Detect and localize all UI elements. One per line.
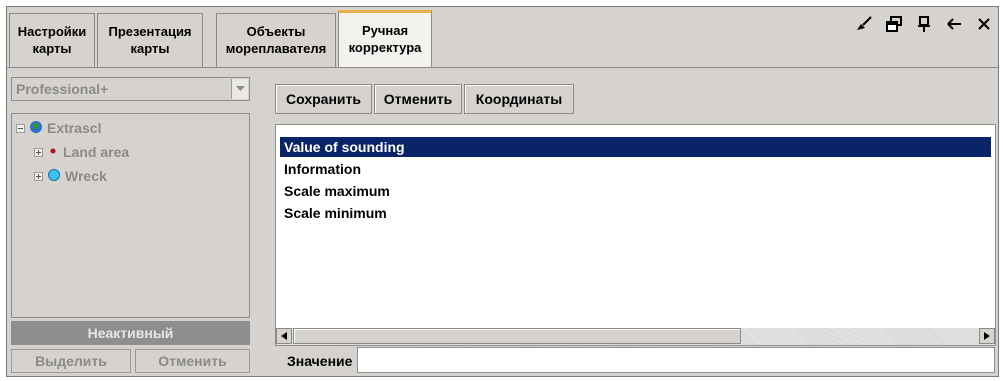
tab-map-presentation[interactable]: Презентация карты — [97, 13, 203, 67]
tree-node-label: Extrascl — [47, 120, 102, 136]
restore-window-icon[interactable] — [884, 13, 904, 35]
scroll-right-icon[interactable] — [979, 328, 995, 344]
back-arrow-icon[interactable] — [944, 13, 964, 35]
list-item[interactable]: Scale minimum — [280, 203, 991, 223]
tab-map-settings[interactable]: Настройки карты — [9, 13, 95, 67]
scroll-left-icon[interactable] — [276, 328, 292, 344]
object-tree: Extrascl Land area Wreck — [11, 113, 250, 318]
expand-icon[interactable] — [34, 147, 43, 157]
tab-bar: Настройки карты Презентация карты Объект… — [7, 7, 998, 73]
attribute-list[interactable]: Value of sounding Information Scale maxi… — [275, 124, 996, 346]
tab-label-line1: Ручная — [361, 23, 409, 38]
tree-node-label: Wreck — [65, 168, 107, 184]
select-button[interactable]: Выделить — [11, 349, 131, 373]
save-button[interactable]: Сохранить — [275, 84, 372, 114]
globe-icon — [29, 120, 43, 137]
pin-icon[interactable] — [914, 13, 934, 35]
collapse-icon[interactable] — [16, 123, 25, 133]
tree-node-land-area[interactable]: Land area — [34, 142, 129, 162]
coordinates-button[interactable]: Координаты — [464, 84, 574, 114]
tree-node-wreck[interactable]: Wreck — [34, 166, 107, 186]
expand-icon[interactable] — [34, 171, 43, 181]
tab-label-line1: Настройки — [17, 24, 87, 39]
list-item[interactable]: Information — [280, 159, 991, 179]
manual-correction-panel: Настройки карты Презентация карты Объект… — [6, 6, 999, 377]
tab-mariner-objects[interactable]: Объекты мореплавателя — [216, 13, 336, 67]
scrollbar-thumb[interactable] — [293, 328, 741, 344]
tree-node-label: Land area — [63, 144, 130, 160]
list-item[interactable]: Value of sounding — [280, 137, 991, 157]
tab-divider — [7, 67, 998, 68]
cancel-button[interactable]: Отменить — [374, 84, 462, 114]
point-icon — [47, 144, 59, 160]
close-icon[interactable] — [974, 13, 994, 35]
window-controls — [854, 13, 994, 35]
value-field[interactable] — [357, 347, 995, 373]
horizontal-scrollbar[interactable] — [276, 328, 995, 345]
chevron-down-icon[interactable] — [231, 79, 248, 99]
tab-label-line1: Объекты — [246, 24, 306, 39]
list-item[interactable]: Scale maximum — [280, 181, 991, 201]
status-bar: Неактивный — [11, 321, 250, 345]
tab-label-line2: карты — [32, 41, 72, 56]
tab-label-line2: корректура — [348, 40, 422, 55]
profile-select-value: Professional+ — [16, 81, 109, 97]
tree-node-root[interactable]: Extrascl — [16, 118, 101, 138]
tab-label-line1: Презентация — [108, 24, 192, 39]
tab-label-line2: карты — [130, 41, 170, 56]
tab-label-line2: мореплавателя — [225, 41, 327, 56]
tab-manual-correction[interactable]: Ручная корректура — [338, 10, 432, 68]
area-icon — [47, 168, 61, 185]
value-label: Значение — [287, 353, 353, 369]
profile-select[interactable]: Professional+ — [11, 77, 250, 101]
cancel-selection-button[interactable]: Отменить — [135, 349, 250, 373]
brush-icon[interactable] — [854, 13, 874, 35]
